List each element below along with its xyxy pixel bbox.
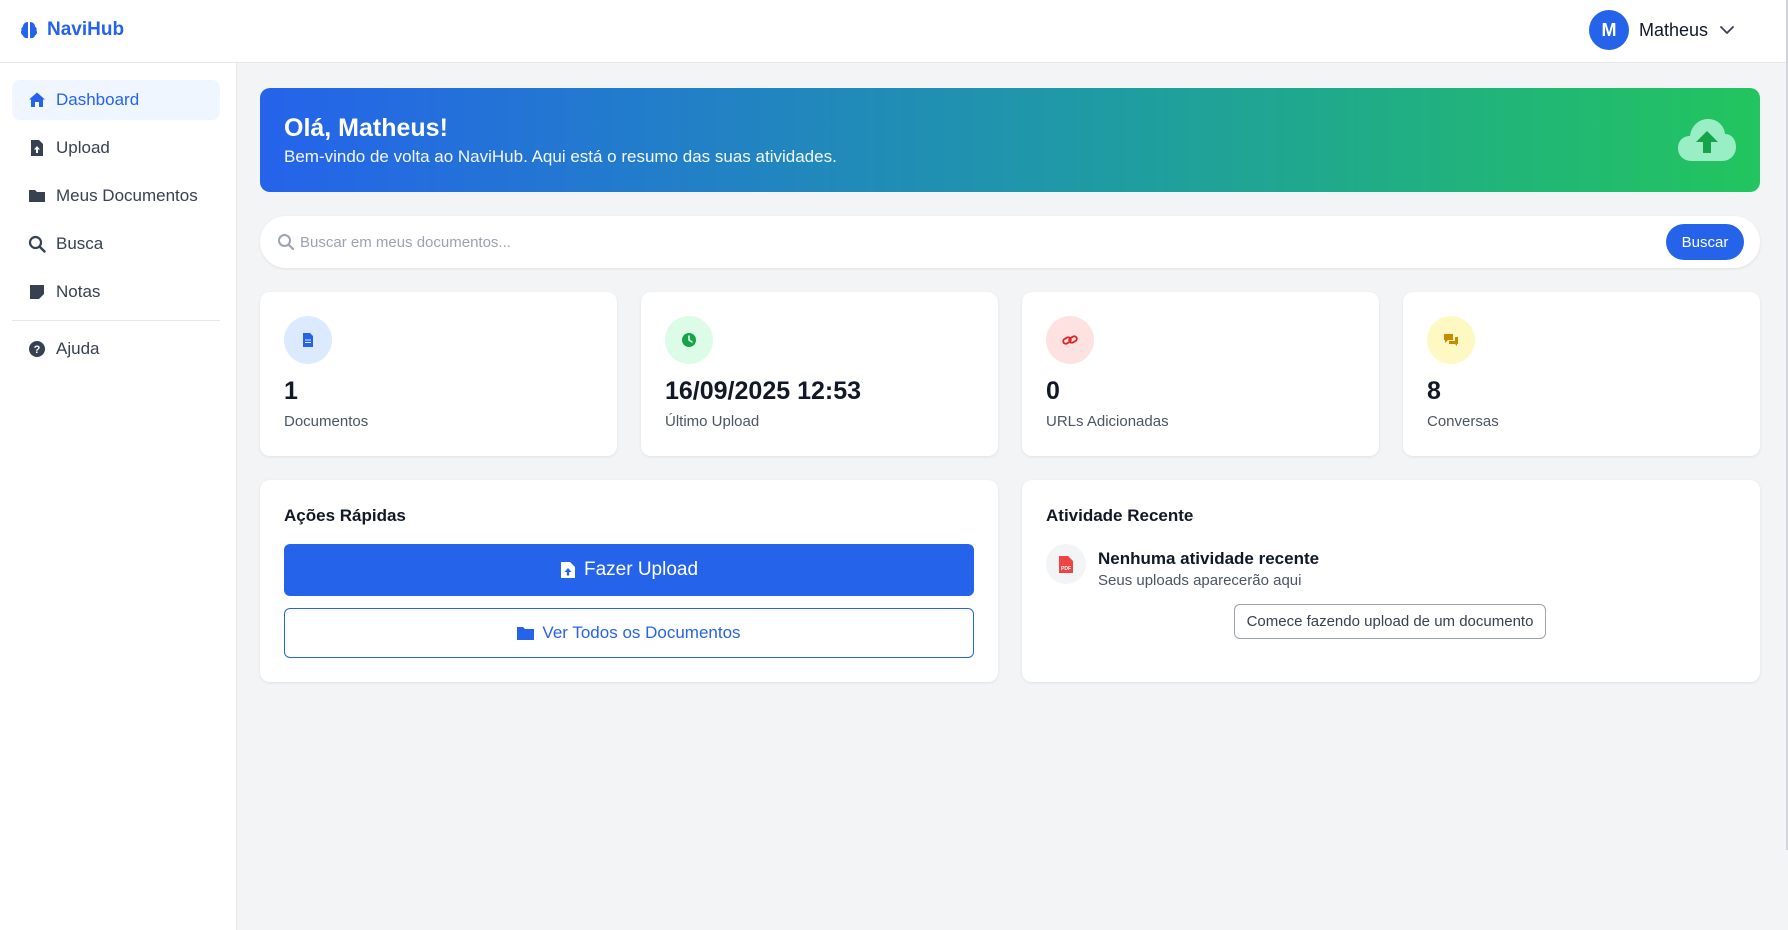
user-name: Matheus	[1638, 19, 1708, 40]
stat-value: 16/09/2025 12:53	[665, 377, 862, 405]
search-icon	[278, 234, 295, 251]
sidebar-item-label: Busca	[56, 234, 104, 253]
question-circle-icon: ?	[29, 341, 45, 357]
sidebar-item-upload[interactable]: Upload	[12, 128, 220, 168]
home-icon	[29, 92, 45, 107]
search-button[interactable]: Buscar	[1666, 224, 1744, 260]
file-upload-icon	[31, 140, 43, 156]
user-menu[interactable]: M Matheus	[1588, 10, 1736, 50]
welcome-subtitle: Bem-vindo de volta ao NaviHub. Aqui está…	[284, 147, 837, 166]
activity-icon-wrapper: PDF	[1046, 544, 1086, 584]
pdf-file-icon: PDF	[1059, 555, 1073, 573]
chevron-down-icon	[1720, 26, 1734, 34]
welcome-banner: Olá, Matheus! Bem-vindo de volta ao Navi…	[260, 88, 1760, 192]
sidebar-item-label: Dashboard	[56, 90, 140, 109]
stat-card-urls: 0 URLs Adicionadas	[1022, 292, 1379, 456]
quick-actions-panel: Ações Rápidas Fazer Upload Ver Todos os …	[260, 480, 998, 682]
stat-card-ultimo-upload: 16/09/2025 12:53 Último Upload	[641, 292, 998, 456]
sidebar-item-label: Upload	[56, 138, 110, 157]
stat-icon-wrapper	[1046, 316, 1094, 364]
sidebar-item-label: Ajuda	[56, 339, 100, 358]
stat-icon-wrapper	[665, 316, 713, 364]
folder-icon	[29, 190, 45, 202]
sidebar-item-busca[interactable]: Busca	[12, 224, 220, 264]
brand-logo[interactable]: NaviHub	[19, 19, 124, 41]
stat-value: 1	[284, 377, 298, 405]
sidebar-item-label: Notas	[56, 282, 101, 301]
welcome-title: Olá, Matheus!	[284, 114, 448, 142]
file-upload-icon	[560, 562, 575, 578]
sidebar-item-meus-documentos[interactable]: Meus Documentos	[12, 176, 220, 216]
brand-name: NaviHub	[47, 19, 125, 40]
upload-button[interactable]: Fazer Upload	[284, 544, 974, 596]
view-all-documents-label: Ver Todos os Documentos	[542, 623, 741, 642]
empty-activity-subtitle: Seus uploads aparecerão aqui	[1098, 572, 1302, 589]
file-icon	[303, 333, 313, 347]
folder-icon	[517, 626, 535, 640]
stat-value: 0	[1046, 377, 1060, 405]
sidebar-item-ajuda[interactable]: ? Ajuda	[12, 329, 220, 369]
upload-button-label: Fazer Upload	[583, 559, 699, 580]
sidebar-item-label: Meus Documentos	[56, 186, 198, 205]
cloud-upload-icon	[1678, 119, 1736, 161]
link-icon	[1062, 335, 1078, 345]
avatar: M	[1588, 10, 1629, 50]
stat-label: URLs Adicionadas	[1046, 413, 1169, 430]
search-input[interactable]	[300, 228, 1600, 256]
top-bar: NaviHub M Matheus	[0, 0, 1788, 63]
sticky-note-icon	[30, 285, 44, 299]
svg-text:PDF: PDF	[1061, 566, 1071, 572]
stat-card-conversas: 8 Conversas	[1403, 292, 1760, 456]
recent-activity-panel: Atividade Recente PDF Nenhuma atividade …	[1022, 480, 1760, 682]
panel-title: Atividade Recente	[1046, 506, 1194, 525]
stat-value: 8	[1427, 377, 1441, 405]
brain-icon	[21, 22, 37, 39]
svg-text:?: ?	[34, 344, 41, 356]
start-upload-button[interactable]: Comece fazendo upload de um documento	[1234, 604, 1546, 639]
stat-card-documentos: 1 Documentos	[260, 292, 617, 456]
empty-activity-title: Nenhuma atividade recente	[1098, 549, 1320, 568]
clock-icon	[682, 333, 696, 347]
view-all-documents-button[interactable]: Ver Todos os Documentos	[284, 608, 974, 658]
sidebar-item-notas[interactable]: Notas	[12, 272, 220, 312]
stat-label: Documentos	[284, 413, 369, 430]
stat-icon-wrapper	[284, 316, 332, 364]
sidebar-item-dashboard[interactable]: Dashboard	[12, 80, 220, 120]
search-bar: Buscar	[260, 216, 1760, 268]
panel-title: Ações Rápidas	[284, 506, 406, 525]
stat-label: Último Upload	[665, 413, 760, 430]
sidebar-divider	[12, 320, 220, 321]
search-icon	[28, 235, 46, 253]
stat-label: Conversas	[1427, 413, 1499, 430]
stat-icon-wrapper	[1427, 316, 1475, 364]
comments-icon	[1444, 334, 1458, 346]
sidebar: Dashboard Upload Meus Documentos Busca N…	[0, 63, 237, 930]
